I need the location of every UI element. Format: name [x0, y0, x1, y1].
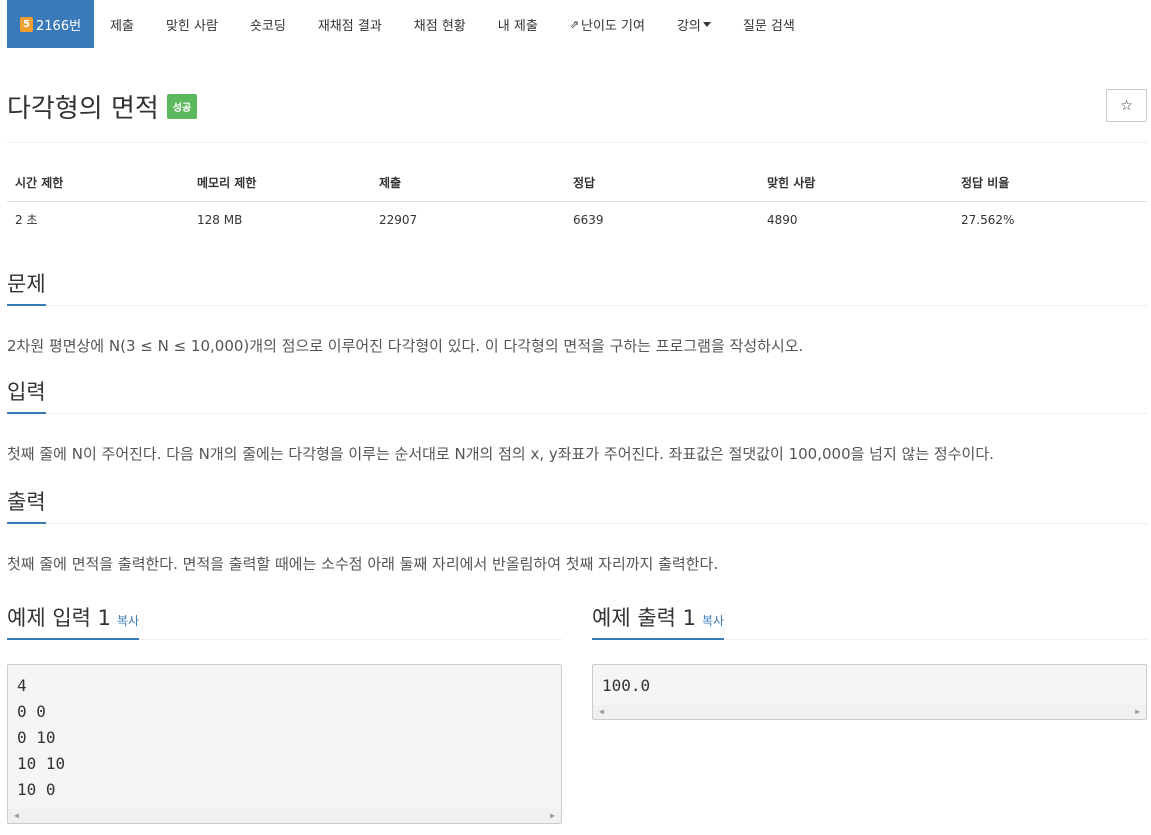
problem-heading-wrap: 문제 — [7, 268, 1147, 306]
horizontal-scrollbar[interactable]: ◀ ▶ — [8, 809, 561, 823]
sample-input-heading: 예제 입력 1 복사 — [7, 602, 140, 640]
info-header-row: 시간 제한 메모리 제한 제출 정답 맞힌 사람 정답 비율 — [7, 167, 1147, 202]
tab-question-search[interactable]: 질문 검색 — [727, 0, 811, 48]
problem-number-label: 2166번 — [36, 18, 82, 34]
tab-submit[interactable]: 제출 — [94, 0, 150, 48]
tab-judge-status[interactable]: 채점 현황 — [398, 0, 482, 48]
tab-difficulty-contribution[interactable]: ⇗ 난이도 기여 — [554, 0, 661, 48]
info-value-row: 2 초 128 MB 22907 6639 4890 27.562% — [7, 202, 1147, 237]
sample-output-text: 100.0 — [602, 676, 651, 695]
problem-number-tab[interactable]: 5 2166번 — [7, 0, 95, 48]
header-accept-ratio: 정답 비율 — [953, 167, 1147, 202]
value-accepted: 6639 — [573, 212, 604, 227]
scroll-right-icon[interactable]: ▶ — [1135, 699, 1140, 719]
header-time-limit: 시간 제한 — [7, 167, 189, 202]
copy-output-button[interactable]: 복사 — [702, 614, 724, 628]
star-icon: ☆ — [1120, 97, 1133, 114]
problem-heading: 문제 — [7, 268, 46, 306]
caret-down-icon — [702, 21, 711, 27]
value-memory-limit: 128 MB — [197, 212, 243, 227]
tab-solved-users[interactable]: 맞힌 사람 — [150, 0, 234, 48]
header-memory-limit: 메모리 제한 — [189, 167, 371, 202]
copy-input-button[interactable]: 복사 — [117, 614, 139, 628]
favorite-button[interactable]: ☆ — [1106, 89, 1147, 122]
examples-row: 예제 입력 1 복사 4 0 0 0 10 10 10 10 0 ◀ ▶ 예제 출력… — [7, 600, 1147, 824]
value-submissions: 22907 — [379, 212, 418, 227]
problem-description-section: 문제 2차원 평면상에 N(3 ≤ N ≤ 10,000)개의 점으로 이루어진… — [7, 268, 1147, 358]
scroll-left-icon[interactable]: ◀ — [14, 803, 19, 823]
header-submissions: 제출 — [371, 167, 565, 202]
sample-input-text: 4 0 0 0 10 10 10 10 0 — [17, 676, 66, 799]
shield-5-icon: 5 — [20, 16, 33, 32]
output-heading: 출력 — [7, 486, 46, 524]
input-description: 첫째 줄에 N이 주어진다. 다음 N개의 줄에는 다각형을 이루는 순서대로 … — [7, 445, 994, 463]
value-solved-users: 4890 — [767, 212, 798, 227]
page-title: 다각형의 면적 성공 — [7, 88, 198, 125]
output-description: 첫째 줄에 면적을 출력한다. 면적을 출력할 때에는 소수점 아래 둘째 자리… — [7, 555, 719, 573]
problem-info-table: 시간 제한 메모리 제한 제출 정답 맞힌 사람 정답 비율 2 초 128 M… — [7, 167, 1147, 236]
sample-input-title: 예제 입력 1 — [7, 606, 111, 630]
tab-rejudge-results[interactable]: 재채점 결과 — [302, 0, 398, 48]
problem-menu: 5 2166번 제출 맞힌 사람 숏코딩 재채점 결과 채점 현황 내 제출 ⇗… — [7, 0, 1147, 48]
tab-short-coding[interactable]: 숏코딩 — [234, 0, 302, 48]
tab-lectures-label: 강의 — [676, 18, 701, 34]
sample-output-heading-wrap: 예제 출력 1 복사 — [592, 600, 1147, 640]
problem-page: 5 2166번 제출 맞힌 사람 숏코딩 재채점 결과 채점 현황 내 제출 ⇗… — [0, 0, 1151, 835]
value-accept-ratio: 27.562% — [961, 212, 1015, 227]
value-time-limit: 2 초 — [15, 213, 38, 227]
scroll-left-icon[interactable]: ◀ — [599, 699, 604, 719]
horizontal-scrollbar[interactable]: ◀ ▶ — [593, 705, 1146, 719]
sample-output-heading: 예제 출력 1 복사 — [592, 602, 725, 640]
tab-difficulty-label: 난이도 기여 — [581, 18, 645, 34]
sample-input-heading-wrap: 예제 입력 1 복사 — [7, 600, 562, 640]
sample-output-title: 예제 출력 1 — [592, 606, 696, 630]
output-heading-wrap: 출력 — [7, 486, 1147, 524]
input-heading: 입력 — [7, 376, 46, 414]
header-accepted: 정답 — [565, 167, 759, 202]
problem-title: 다각형의 면적 — [7, 94, 159, 124]
tab-my-submissions[interactable]: 내 제출 — [482, 0, 554, 48]
scroll-right-icon[interactable]: ▶ — [550, 803, 555, 823]
sample-input-box[interactable]: 4 0 0 0 10 10 10 10 0 ◀ ▶ — [7, 664, 562, 824]
problem-description: 2차원 평면상에 N(3 ≤ N ≤ 10,000)개의 점으로 이루어진 다각… — [7, 337, 804, 355]
sample-output-block: 예제 출력 1 복사 100.0 ◀ ▶ — [592, 600, 1147, 824]
input-section: 입력 첫째 줄에 N이 주어진다. 다음 N개의 줄에는 다각형을 이루는 순서… — [7, 376, 1147, 466]
output-section: 출력 첫째 줄에 면적을 출력한다. 면적을 출력할 때에는 소수점 아래 둘째… — [7, 486, 1147, 576]
sample-input-block: 예제 입력 1 복사 4 0 0 0 10 10 10 10 0 ◀ ▶ — [7, 600, 562, 824]
header-solved-users: 맞힌 사람 — [759, 167, 953, 202]
external-link-icon: ⇗ — [569, 17, 579, 31]
tab-lectures-dropdown[interactable]: 강의 — [661, 0, 727, 48]
sample-output-box[interactable]: 100.0 ◀ ▶ — [592, 664, 1147, 720]
status-badge: 성공 — [166, 94, 198, 119]
problem-title-row: 다각형의 면적 성공 ☆ — [7, 48, 1147, 143]
input-heading-wrap: 입력 — [7, 376, 1147, 414]
